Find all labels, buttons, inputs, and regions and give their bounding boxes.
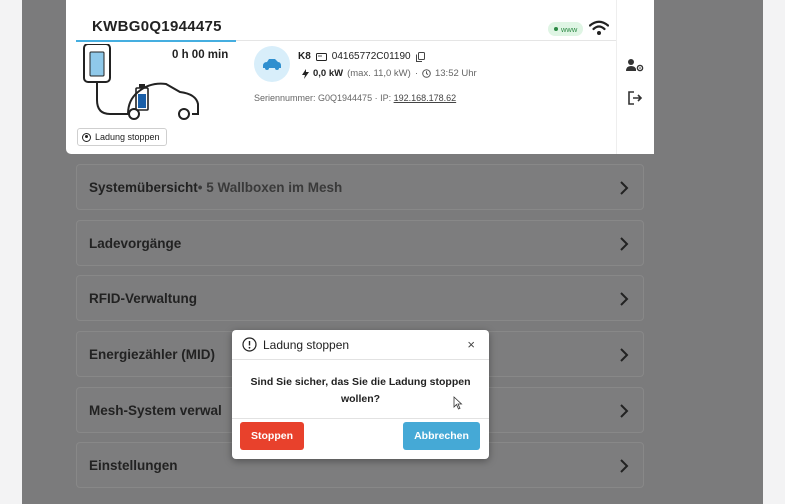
stop-radio-icon bbox=[82, 132, 91, 142]
dialog-header: Ladung stoppen bbox=[232, 330, 489, 360]
dialog-message: Sind Sie sicher, das Sie die Ladung stop… bbox=[250, 376, 471, 405]
menu-item-label: Mesh-System verwal bbox=[89, 402, 222, 418]
bolt-icon bbox=[302, 68, 309, 79]
chevron-right-icon bbox=[620, 292, 629, 306]
vehicle-info-line: K8 04165772C01190 bbox=[298, 51, 425, 62]
right-gutter bbox=[763, 0, 785, 504]
chevron-right-icon bbox=[620, 459, 629, 473]
stop-button[interactable]: Stoppen bbox=[240, 422, 304, 450]
chevron-right-icon bbox=[620, 348, 629, 362]
card-action-column bbox=[616, 0, 654, 154]
user-settings-icon[interactable] bbox=[626, 58, 644, 72]
tab-divider bbox=[236, 40, 616, 41]
max-power: (max. 11,0 kW) bbox=[347, 68, 411, 79]
chevron-right-icon bbox=[620, 237, 629, 251]
cancel-button[interactable]: Abbrechen bbox=[403, 422, 480, 450]
menu-item-suffix: • 5 Wallboxen im Mesh bbox=[197, 179, 343, 195]
current-time: 13:52 Uhr bbox=[434, 68, 477, 79]
active-tab-underline bbox=[76, 40, 236, 42]
www-label: www bbox=[561, 24, 578, 34]
dialog-divider bbox=[232, 418, 489, 419]
ip-link[interactable]: 192.168.178.62 bbox=[394, 93, 457, 103]
close-icon[interactable]: × bbox=[467, 337, 475, 352]
vehicle-card-id: 04165772C01190 bbox=[331, 51, 411, 62]
power-info-line: 0,0 kW (max. 11,0 kW) · 13:52 Uhr bbox=[302, 68, 477, 79]
serial-ip-line: Seriennummer: G0Q1944475 · IP: 192.168.1… bbox=[254, 93, 456, 103]
chevron-right-icon bbox=[620, 404, 629, 418]
cursor-icon bbox=[453, 396, 463, 410]
wifi-icon bbox=[589, 20, 609, 35]
chevron-right-icon bbox=[620, 181, 629, 195]
left-gutter bbox=[0, 0, 22, 504]
stop-charging-chip[interactable]: Ladung stoppen bbox=[77, 128, 167, 146]
dialog-title: Ladung stoppen bbox=[263, 337, 350, 352]
logout-icon[interactable] bbox=[627, 90, 643, 106]
vehicle-avatar bbox=[254, 46, 290, 82]
charging-illustration-icon bbox=[83, 44, 199, 120]
online-dot-icon bbox=[554, 27, 558, 31]
info-icon bbox=[242, 337, 257, 352]
menu-item-label: Einstellungen bbox=[89, 457, 178, 473]
copy-icon[interactable] bbox=[415, 51, 425, 62]
menu-item-label: RFID-Verwaltung bbox=[89, 290, 198, 306]
menu-item-label: Ladevorgänge bbox=[89, 235, 182, 251]
wallbox-title: KWBG0Q1944475 bbox=[92, 18, 222, 35]
stop-chip-label: Ladung stoppen bbox=[95, 132, 160, 142]
stop-charging-dialog: Ladung stoppen × Sind Sie sicher, das Si… bbox=[232, 330, 489, 459]
www-status-badge: www bbox=[548, 22, 584, 36]
vehicle-name: K8 bbox=[298, 51, 311, 62]
menu-item-label: Energiezähler (MID) bbox=[89, 346, 216, 362]
info-separator: · bbox=[414, 68, 418, 79]
menu-item-label: Systemübersicht bbox=[89, 179, 198, 195]
clock-icon bbox=[422, 69, 431, 78]
serial-number: Seriennummer: G0Q1944475 · IP: bbox=[254, 93, 392, 103]
current-power: 0,0 kW bbox=[313, 68, 344, 79]
menu-item-system-overview[interactable]: Systemübersicht • 5 Wallboxen im Mesh bbox=[76, 164, 644, 210]
menu-item-charging-sessions[interactable]: Ladevorgänge bbox=[76, 220, 644, 266]
car-icon bbox=[263, 59, 281, 70]
card-icon bbox=[315, 52, 327, 61]
menu-item-rfid[interactable]: RFID-Verwaltung bbox=[76, 275, 644, 321]
